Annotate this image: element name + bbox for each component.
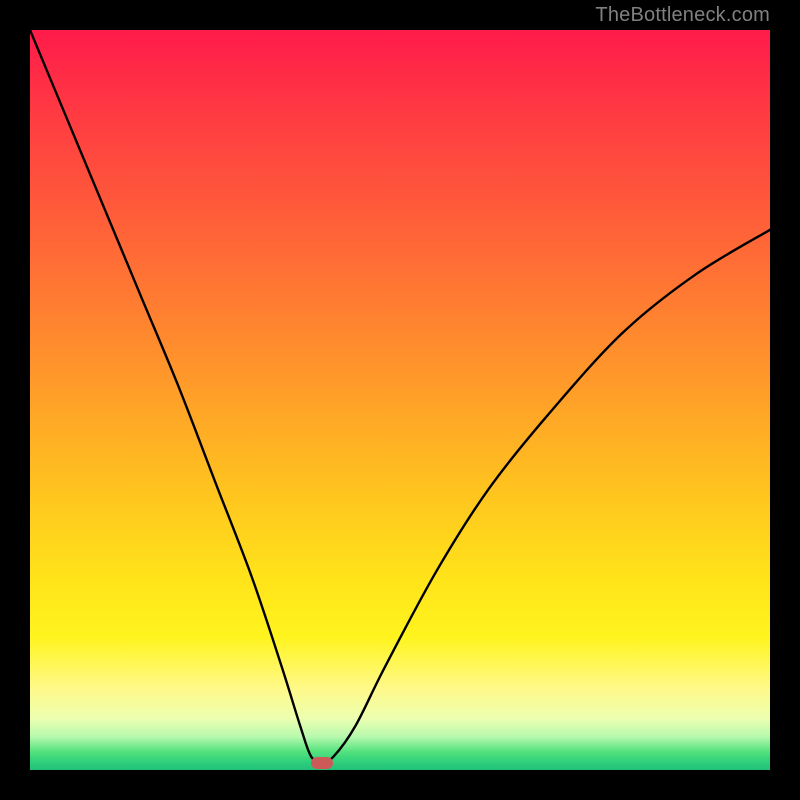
curve-layer <box>30 30 770 770</box>
plot-area <box>30 30 770 770</box>
watermark-text: TheBottleneck.com <box>595 4 770 27</box>
chart-frame: TheBottleneck.com <box>0 0 800 800</box>
bottleneck-curve <box>30 30 770 761</box>
optimal-point-marker <box>311 757 333 769</box>
